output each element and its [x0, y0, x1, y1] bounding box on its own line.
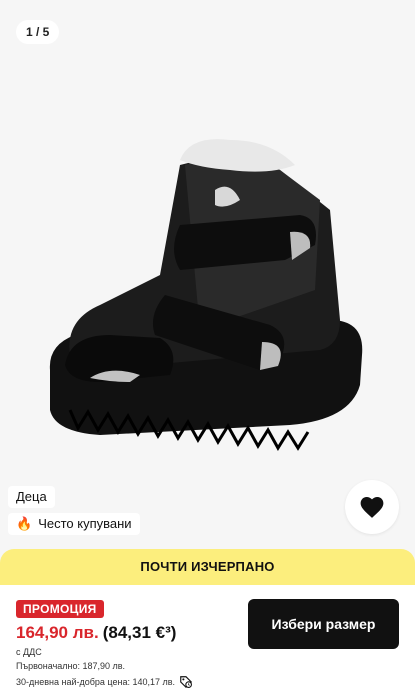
price-tag-icon[interactable]	[179, 675, 193, 689]
promo-badge: ПРОМОЦИЯ	[16, 600, 104, 618]
product-image	[49, 139, 363, 451]
original-price: Първоначално: 187,90 лв.	[16, 661, 126, 671]
heart-icon	[360, 497, 384, 518]
price-panel: ПРОМОЦИЯ 164,90 лв. (84,31 €³) с ДДС Първ…	[0, 585, 415, 699]
popular-tag: 🔥 Често купувани	[8, 513, 140, 535]
best-price-30: 30-дневна най-добра цена: 140,17 лв.	[16, 675, 193, 689]
popular-tag-label: Често купувани	[38, 516, 132, 531]
price-row: 164,90 лв. (84,31 €³)	[16, 623, 176, 643]
category-tag: Деца	[8, 486, 55, 508]
best-price-label: 30-дневна най-добра цена: 140,17 лв.	[16, 677, 176, 687]
select-size-button[interactable]: Избери размер	[248, 599, 399, 649]
product-image-gallery[interactable]: 1 / 5 Деца 🔥 Често купувани	[0, 0, 415, 545]
favorite-button[interactable]	[345, 480, 399, 534]
stock-banner: ПОЧТИ ИЗЧЕРПАНО	[0, 549, 415, 585]
vat-note: с ДДС	[16, 647, 42, 657]
image-counter: 1 / 5	[16, 20, 60, 44]
current-price: 164,90 лв.	[16, 623, 99, 642]
fire-icon: 🔥	[16, 516, 33, 531]
euro-price: (84,31 €³)	[102, 623, 177, 642]
